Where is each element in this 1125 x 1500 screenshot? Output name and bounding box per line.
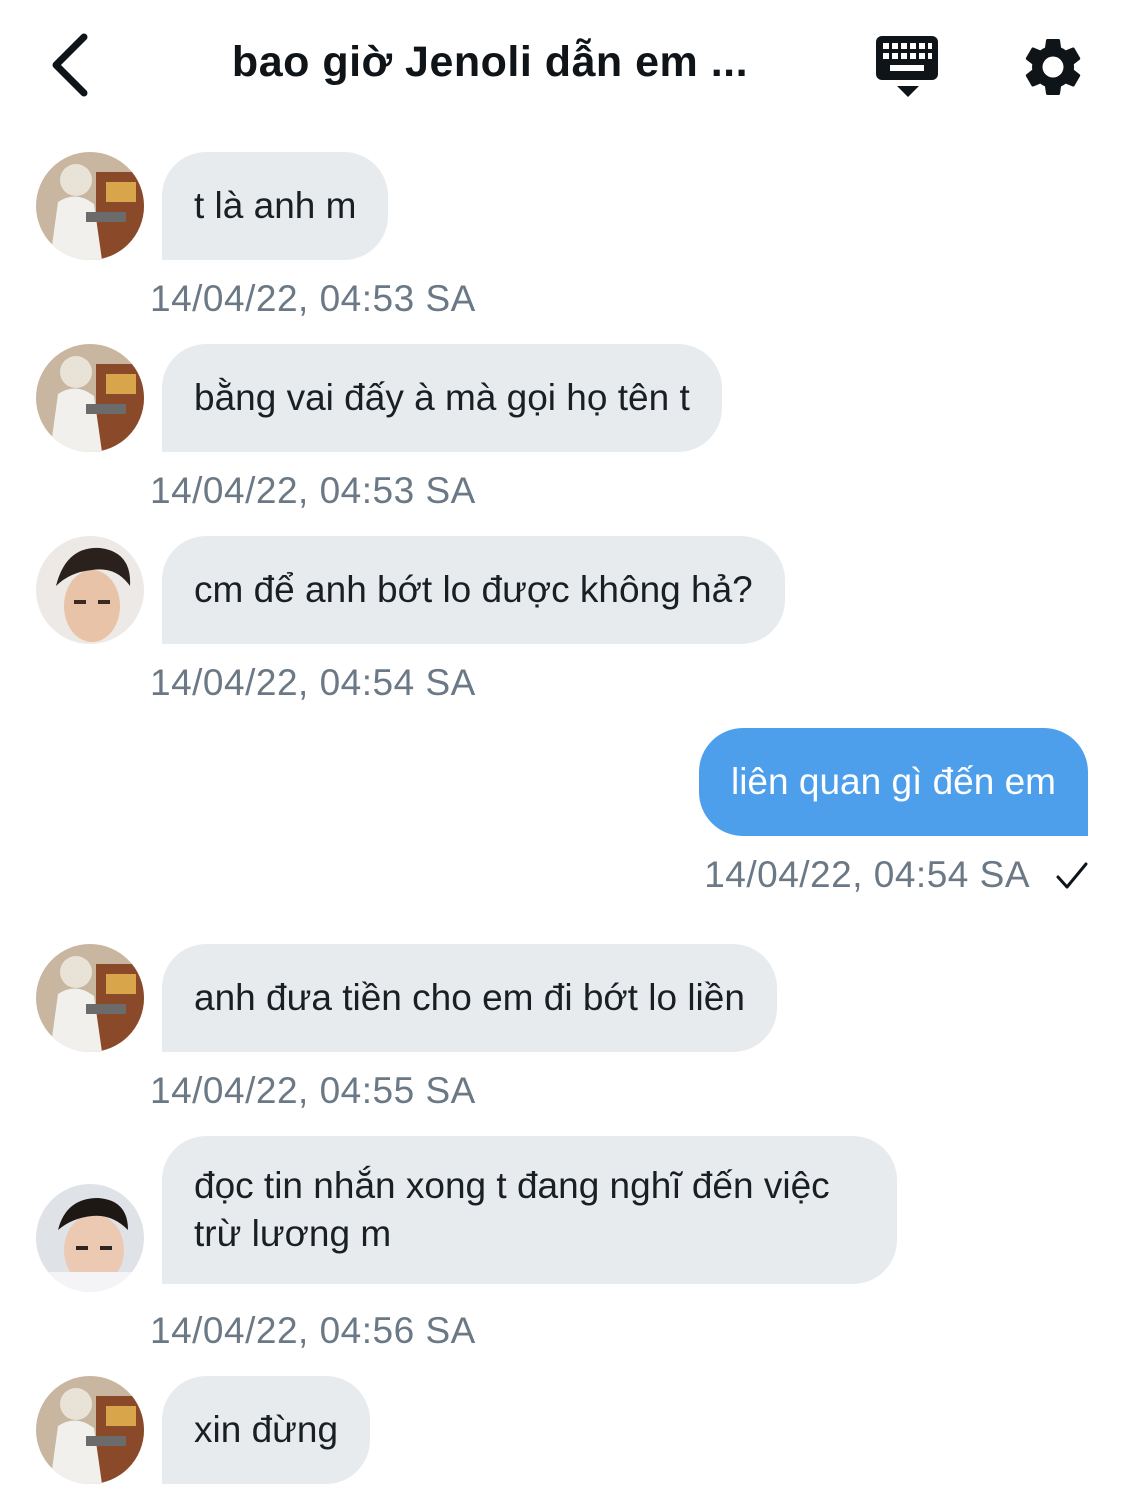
chat-header: bao giờ Jenoli dẫn em ...	[0, 0, 1125, 130]
avatar[interactable]	[36, 152, 144, 260]
message-bubble-incoming[interactable]: t là anh m	[162, 152, 389, 260]
message-timestamp: 14/04/22, 04:55 SA	[150, 1070, 476, 1111]
avatar[interactable]	[36, 944, 144, 1052]
message-bubble-incoming[interactable]: xin đừng	[162, 1376, 371, 1484]
message-timestamp: 14/04/22, 04:54 SA	[704, 854, 1030, 895]
message-timestamp: 14/04/22, 04:56 SA	[150, 1310, 476, 1351]
avatar[interactable]	[36, 344, 144, 452]
conversation-title[interactable]: bao giờ Jenoli dẫn em ...	[190, 38, 790, 94]
message-timestamp: 14/04/22, 04:54 SA	[150, 662, 476, 703]
chevron-left-icon	[52, 33, 88, 97]
message-bubble-incoming[interactable]: anh đưa tiền cho em đi bớt lo liền	[162, 944, 777, 1052]
message-timestamp: 14/04/22, 04:53 SA	[150, 278, 476, 319]
message-bubble-outgoing[interactable]: liên quan gì đến em	[698, 728, 1088, 836]
back-button[interactable]	[40, 30, 100, 100]
message-timestamp: 14/04/22, 04:53 SA	[150, 470, 476, 511]
keyboard-icon	[876, 36, 938, 97]
message-bubble-incoming[interactable]: cm để anh bớt lo được không hả?	[162, 536, 785, 644]
settings-button[interactable]	[1018, 32, 1088, 102]
gear-icon	[1025, 38, 1081, 95]
keyboard-shortcuts-button[interactable]	[872, 34, 944, 100]
avatar[interactable]	[36, 1184, 144, 1292]
avatar[interactable]	[36, 1376, 144, 1484]
message-bubble-incoming[interactable]: bằng vai đấy à mà gọi họ tên t	[162, 344, 722, 452]
message-bubble-incoming[interactable]: đọc tin nhắn xong t đang nghĩ đến việc t…	[162, 1136, 897, 1284]
avatar[interactable]	[36, 536, 144, 644]
checkmark-icon	[1056, 862, 1088, 889]
